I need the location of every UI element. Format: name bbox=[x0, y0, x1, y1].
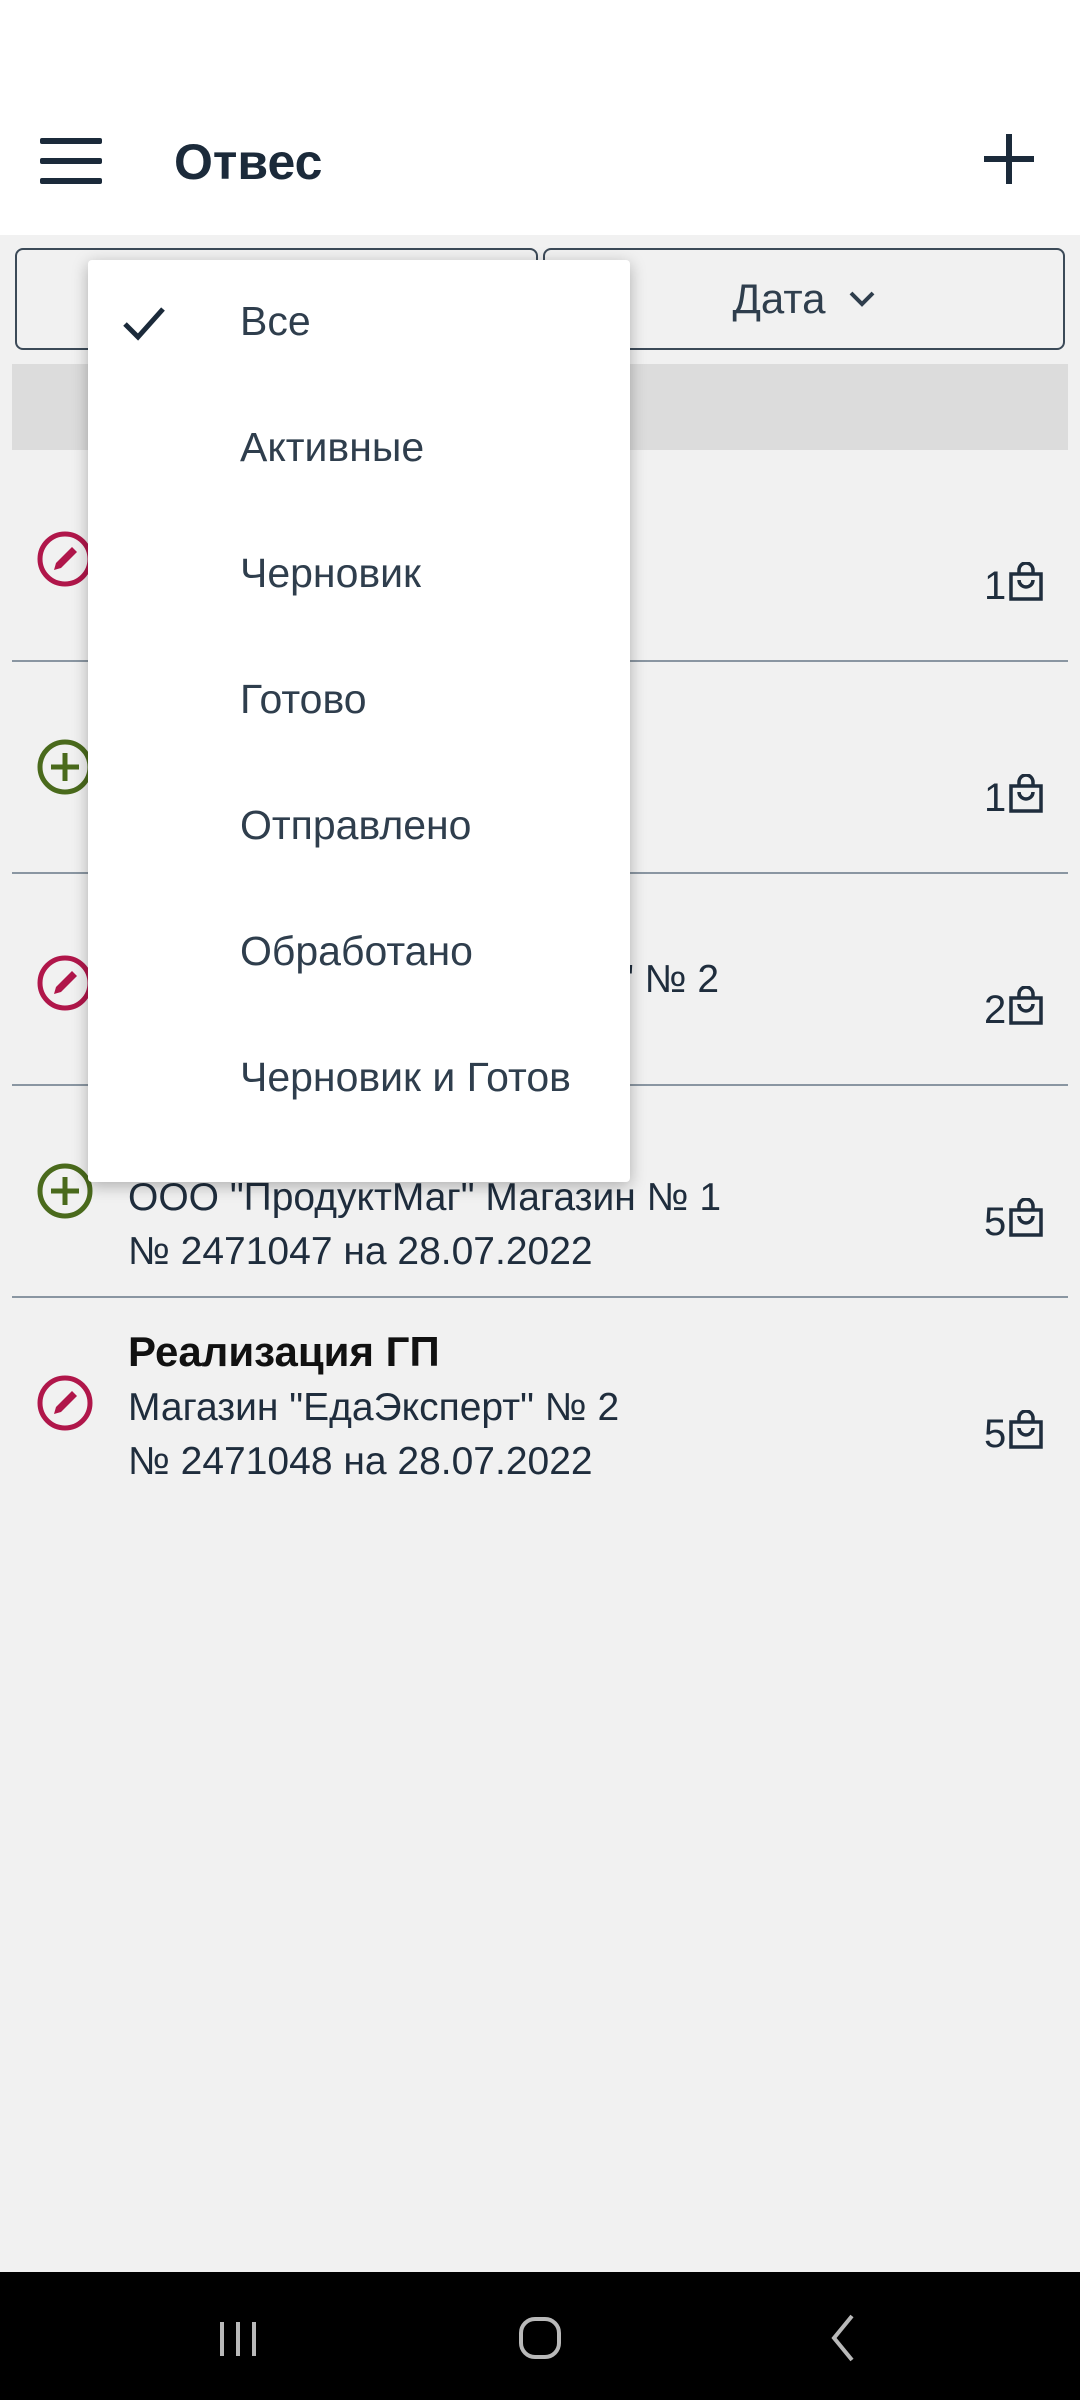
menu-item-label: Черновик и Готов bbox=[240, 1054, 571, 1100]
document-counterparty: Магазин "ЕдаЭксперт" № 2 bbox=[128, 1386, 620, 1429]
add-icon[interactable] bbox=[982, 132, 1036, 186]
menu-item-label: Готово bbox=[240, 676, 367, 722]
menu-item-draft-and-ready[interactable]: Черновик и Готов bbox=[88, 1016, 630, 1142]
status-filter-menu: Все Активные Черновик Готово Отправлено … bbox=[88, 260, 630, 1182]
menu-item-label: Активные bbox=[240, 424, 425, 470]
menu-item-label: Черновик bbox=[240, 550, 421, 596]
document-title: Реализация ГП bbox=[128, 1328, 440, 1375]
menu-item-active[interactable]: Активные bbox=[88, 386, 630, 512]
item-count: 5 bbox=[984, 1412, 1007, 1456]
back-icon[interactable] bbox=[804, 2302, 884, 2372]
document-number: № 2471048 на 28.07.2022 bbox=[128, 1440, 593, 1483]
shopping-bag-icon bbox=[1009, 562, 1043, 601]
plus-circle-icon bbox=[37, 1163, 93, 1219]
item-count: 5 bbox=[984, 1200, 1007, 1244]
menu-icon[interactable] bbox=[40, 138, 102, 190]
item-count: 2 bbox=[984, 988, 1007, 1032]
status-bar bbox=[0, 0, 1080, 98]
document-number: № 2471047 на 28.07.2022 bbox=[128, 1230, 593, 1273]
menu-item-draft[interactable]: Черновик bbox=[88, 512, 630, 638]
chevron-down-icon bbox=[849, 291, 874, 307]
shopping-bag-icon bbox=[1009, 774, 1043, 813]
shopping-bag-icon bbox=[1009, 986, 1043, 1025]
menu-item-ready[interactable]: Готово bbox=[88, 638, 630, 764]
menu-item-processed[interactable]: Обработано bbox=[88, 890, 630, 1016]
menu-item-all[interactable]: Все bbox=[88, 260, 630, 386]
recent-apps-icon[interactable] bbox=[198, 2302, 278, 2372]
system-nav-bar bbox=[0, 2272, 1080, 2400]
item-count: 1 bbox=[984, 776, 1007, 820]
check-icon bbox=[123, 307, 165, 341]
app-bar: Отвес bbox=[0, 98, 1080, 235]
date-filter-label: Дата bbox=[732, 275, 826, 322]
menu-item-label: Обработано bbox=[240, 928, 473, 974]
shopping-bag-icon bbox=[1009, 1198, 1043, 1237]
list-item[interactable]: Реализация ГП Магазин "ЕдаЭксперт" № 2 №… bbox=[0, 1298, 1080, 1510]
edit-circle-icon bbox=[37, 1375, 93, 1431]
menu-item-label: Отправлено bbox=[240, 802, 472, 848]
menu-item-label: Все bbox=[240, 298, 311, 344]
document-counterparty: " № 2 bbox=[620, 958, 720, 1001]
home-icon[interactable] bbox=[500, 2302, 580, 2372]
edit-circle-icon bbox=[37, 531, 93, 587]
document-counterparty: ООО "ПродуктМаг" Магазин № 1 bbox=[128, 1176, 722, 1219]
edit-circle-icon bbox=[37, 955, 93, 1011]
shopping-bag-icon bbox=[1009, 1410, 1043, 1449]
plus-circle-icon bbox=[37, 739, 93, 795]
menu-item-sent[interactable]: Отправлено bbox=[88, 764, 630, 890]
page-title: Отвес bbox=[174, 134, 323, 190]
item-count: 1 bbox=[984, 564, 1007, 608]
